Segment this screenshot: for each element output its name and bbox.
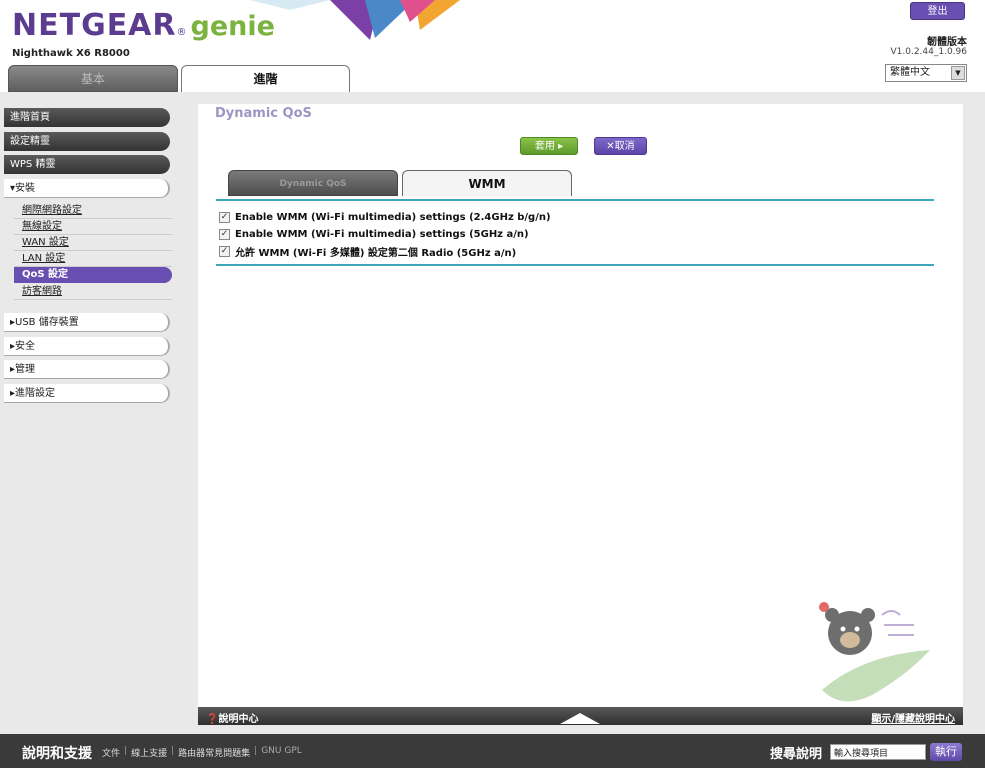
header: NETGEAR ® genie Nighthawk X6 R8000 登出 韌體… — [0, 0, 985, 92]
wmm-5ghz-checkbox[interactable]: ✓ — [219, 228, 230, 240]
gnu-gpl-link[interactable]: GNU GPL — [261, 746, 302, 759]
tab-wmm[interactable]: WMM — [402, 170, 572, 196]
language-selected-value: 繁體中文 — [890, 67, 930, 78]
wmm-second-radio-label: 允許 WMM (Wi-Fi 多媒體) 設定第二個 Radio (5GHz a/n… — [235, 247, 517, 259]
bear-watermark-image — [819, 602, 930, 702]
sidebar-item-qos-setup[interactable]: QoS 設定 — [14, 267, 172, 283]
search-go-button[interactable]: 執行 — [930, 743, 962, 761]
wmm-5ghz-label: Enable WMM (Wi-Fi multimedia) settings (… — [235, 228, 529, 240]
logout-button[interactable]: 登出 — [910, 2, 965, 20]
decorative-banner-graphic — [250, 0, 460, 40]
sidebar-item-internet-setup[interactable]: 網際網路設定 — [14, 203, 172, 219]
footer-links: 文件 | 線上支援 | 路由器常見問題集 | GNU GPL — [102, 746, 302, 759]
wmm-option-5ghz: ✓ Enable WMM (Wi-Fi multimedia) settings… — [219, 227, 529, 241]
page-title: Dynamic QoS — [215, 106, 312, 121]
sidebar-item-wireless-setup[interactable]: 無線設定 — [14, 219, 172, 235]
divider — [216, 199, 934, 201]
toggle-help-center-link[interactable]: 顯示/隱藏說明中心 — [871, 710, 955, 725]
firmware-version: V1.0.2.44_1.0.96 — [890, 47, 968, 57]
menu-security[interactable]: ▸安全 — [4, 337, 170, 356]
sidebar-item-guest-network[interactable]: 訪客網路 — [14, 284, 172, 300]
chevron-down-icon[interactable]: ▼ — [951, 66, 965, 80]
menu-advanced-setup[interactable]: ▸進階設定 — [4, 384, 170, 403]
menu-setup-wizard[interactable]: 設定精靈 — [4, 132, 170, 151]
logo-brand: NETGEAR — [12, 8, 177, 43]
footer: 說明和支援 文件 | 線上支援 | 路由器常見問題集 | GNU GPL 搜尋說… — [0, 734, 985, 768]
sidebar-item-lan-setup[interactable]: LAN 設定 — [14, 251, 172, 267]
search-help-label: 搜尋說明 — [770, 747, 823, 762]
separator: | — [124, 746, 128, 756]
documentation-link[interactable]: 文件 — [102, 746, 120, 759]
netgear-genie-logo: NETGEAR ® genie — [12, 8, 275, 46]
search-input[interactable] — [830, 744, 926, 760]
wmm-second-radio-checkbox[interactable]: ✓ — [219, 245, 230, 257]
help-center-bar: ❓說明中心 顯示/隱藏說明中心 — [198, 707, 963, 725]
tab-dynamic-qos[interactable]: Dynamic QoS — [228, 170, 398, 196]
menu-wps-wizard[interactable]: WPS 精靈 — [4, 155, 170, 174]
separator: | — [171, 746, 175, 756]
wmm-24ghz-label: Enable WMM (Wi-Fi multimedia) settings (… — [235, 211, 551, 223]
help-and-support-title: 說明和支援 — [22, 746, 92, 762]
menu-advanced-home[interactable]: 進階首頁 — [4, 108, 170, 127]
router-model: Nighthawk X6 R8000 — [12, 48, 130, 59]
firmware-label: 韌體版本 — [927, 37, 967, 48]
online-support-link[interactable]: 線上支援 — [131, 746, 167, 759]
tab-basic[interactable]: 基本 — [8, 65, 178, 92]
expand-help-arrow-icon[interactable] — [560, 713, 600, 724]
wmm-24ghz-checkbox[interactable]: ✓ — [219, 211, 230, 223]
apply-button[interactable]: 套用 ▸ — [520, 137, 578, 155]
language-select[interactable]: 繁體中文 ▼ — [885, 64, 967, 82]
logo-registered-mark: ® — [176, 27, 187, 38]
tab-advanced[interactable]: 進階 — [181, 65, 350, 92]
wmm-option-24ghz: ✓ Enable WMM (Wi-Fi multimedia) settings… — [219, 210, 551, 224]
router-faq-link[interactable]: 路由器常見問題集 — [178, 746, 250, 759]
divider — [216, 264, 934, 266]
separator: | — [254, 746, 258, 756]
cancel-button[interactable]: ✕取消 — [594, 137, 647, 155]
help-center-link[interactable]: ❓說明中心 — [206, 710, 258, 725]
menu-administration[interactable]: ▸管理 — [4, 360, 170, 379]
wmm-option-second-radio: ✓ 允許 WMM (Wi-Fi 多媒體) 設定第二個 Radio (5GHz a… — [219, 244, 517, 259]
menu-usb-storage[interactable]: ▸USB 儲存裝置 — [4, 313, 170, 332]
sidebar-item-wan-setup[interactable]: WAN 設定 — [14, 235, 172, 251]
menu-setup-section[interactable]: ▾安裝 — [4, 179, 170, 198]
